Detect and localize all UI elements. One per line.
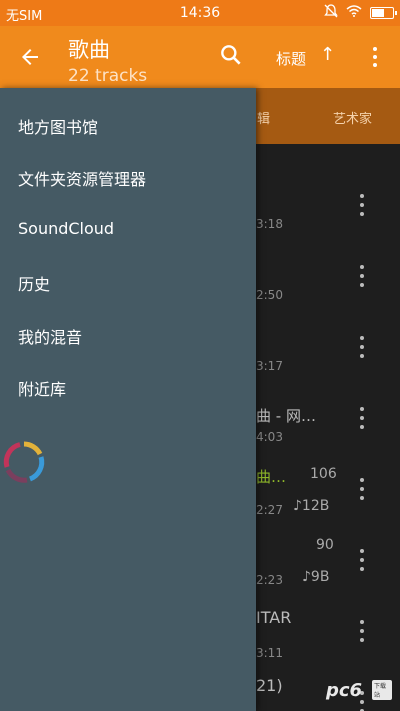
watermark-text: pc6 [326, 680, 363, 701]
drawer-item-label: SoundCloud [18, 219, 115, 238]
watermark-logo: pc6 下载站 [326, 680, 392, 706]
drawer-item-nearby-library[interactable]: 附近库 [0, 362, 256, 414]
sort-direction-button[interactable]: ↑ [320, 44, 335, 65]
mute-icon [324, 4, 338, 22]
drawer-item-label: 文件夹资源管理器 [18, 170, 147, 189]
track-play-count: 90 [316, 537, 334, 553]
track-count: 22 tracks [68, 66, 148, 86]
drawer-item-label: 地方图书馆 [18, 118, 99, 137]
search-button[interactable] [218, 42, 246, 70]
track-title: 曲… [256, 468, 287, 486]
search-icon [221, 45, 241, 65]
item-menu-button[interactable] [358, 194, 366, 216]
sort-by-button[interactable]: 标题 [276, 48, 306, 69]
item-menu-button[interactable] [358, 336, 366, 358]
battery-icon [370, 7, 397, 19]
drawer-item-local-library[interactable]: 地方图书馆 [0, 100, 256, 152]
arrow-back-icon [22, 49, 38, 65]
drawer-item-label: 附近库 [18, 380, 67, 399]
tab-album[interactable]: 辑 [257, 108, 270, 127]
tab-artist[interactable]: 艺术家 [333, 108, 372, 127]
watermark-badge: 下载站 [372, 680, 392, 700]
track-play-count: 106 [310, 466, 337, 482]
drawer-item-label: 我的混音 [18, 328, 83, 347]
drawer-item-label: 历史 [18, 275, 51, 294]
loading-spinner-icon [3, 441, 45, 483]
drawer-item-my-mixes[interactable]: 我的混音 [0, 310, 256, 362]
wifi-icon [346, 5, 362, 21]
app-bar: 歌曲 22 tracks 标题 ↑ [0, 26, 400, 88]
status-icons [324, 4, 397, 22]
back-button[interactable] [14, 41, 46, 73]
track-title: 曲 - 网… [256, 407, 316, 425]
item-menu-button[interactable] [358, 265, 366, 287]
item-menu-button[interactable] [358, 549, 366, 571]
drawer-item-history[interactable]: 历史 [0, 257, 256, 309]
drawer-item-folder-explorer[interactable]: 文件夹资源管理器 [0, 152, 256, 204]
item-menu-button[interactable] [358, 407, 366, 429]
track-title: ITAR [256, 608, 292, 627]
item-menu-button[interactable] [358, 620, 366, 642]
track-title: 21) [256, 676, 283, 695]
navigation-drawer: 地方图书馆 文件夹资源管理器 SoundCloud 历史 我的混音 附近库 [0, 88, 256, 711]
item-menu-button[interactable] [358, 478, 366, 500]
drawer-item-soundcloud[interactable]: SoundCloud [0, 205, 256, 257]
page-title: 歌曲 [68, 38, 110, 62]
status-bar: 无SIM 14:36 [0, 0, 400, 26]
overflow-menu-button[interactable] [366, 44, 384, 70]
